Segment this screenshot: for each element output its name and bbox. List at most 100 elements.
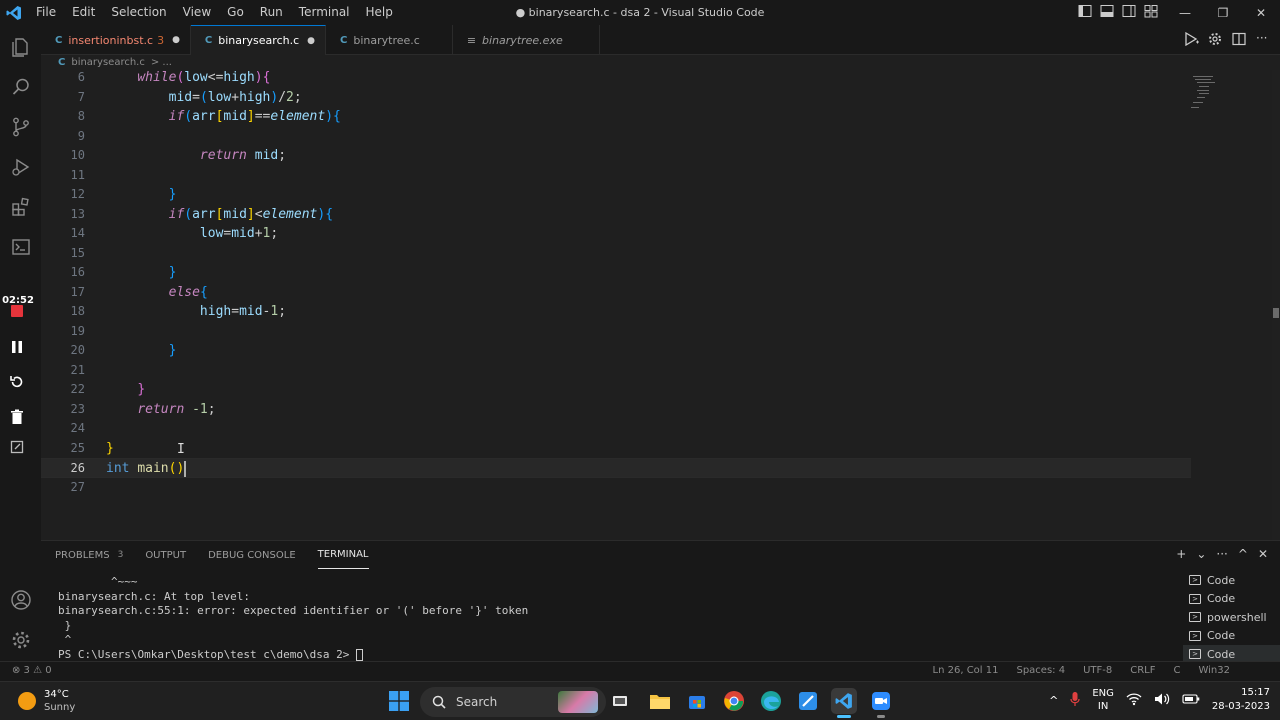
code-line[interactable]: 18 high=mid-1; xyxy=(41,302,1191,322)
code-line[interactable]: 19 xyxy=(41,322,1191,342)
toggle-panel-icon[interactable] xyxy=(1100,4,1116,20)
problems-status[interactable]: ⊗ 3 ⚠ 0 xyxy=(12,665,52,676)
indentation-status[interactable]: Spaces: 4 xyxy=(1016,665,1065,676)
terminal-item[interactable]: > Code xyxy=(1183,571,1280,590)
weather-widget[interactable]: 34°C Sunny xyxy=(18,688,75,714)
task-view-icon[interactable] xyxy=(607,688,633,714)
code-editor[interactable]: 6 while(low<=high){ 7 mid=(low+high)/2; … xyxy=(41,70,1280,540)
chrome-icon[interactable] xyxy=(721,688,747,714)
extensions-icon[interactable] xyxy=(0,187,41,227)
draw-tool-icon[interactable] xyxy=(0,427,34,467)
tab-problems[interactable]: PROBLEMS 3 xyxy=(55,541,123,569)
code-line[interactable]: 24 xyxy=(41,419,1191,439)
eol-status[interactable]: CRLF xyxy=(1130,665,1155,676)
maximize-icon[interactable]: ❐ xyxy=(1204,0,1242,25)
new-terminal-icon[interactable]: + xyxy=(1176,547,1186,561)
code-line[interactable]: 15 xyxy=(41,244,1191,264)
taskbar-clock[interactable]: 15:17 28-03-2023 xyxy=(1212,686,1270,714)
vscode-taskbar-icon[interactable] xyxy=(831,688,857,718)
code-line[interactable]: 12 } xyxy=(41,185,1191,205)
volume-icon[interactable] xyxy=(1154,692,1170,709)
wifi-icon[interactable] xyxy=(1126,692,1142,709)
tab-terminal[interactable]: TERMINAL xyxy=(317,541,369,569)
code-line[interactable]: 25 } xyxy=(41,439,1191,459)
tab-output[interactable]: OUTPUT xyxy=(145,541,186,569)
code-line[interactable]: 16 } xyxy=(41,263,1191,283)
breadcrumb-separator[interactable]: > ... xyxy=(151,57,172,68)
modified-dot-icon[interactable]: ● xyxy=(307,36,315,46)
taskbar-search[interactable]: Search xyxy=(420,687,606,717)
split-editor-icon[interactable] xyxy=(1232,32,1246,46)
tab-insertioninbst[interactable]: C insertioninbst.c 3 ● xyxy=(41,25,191,55)
language-status[interactable]: C xyxy=(1174,665,1181,676)
tab-binarytree-exe[interactable]: ≡ binarytree.exe xyxy=(453,25,600,55)
accounts-icon[interactable] xyxy=(0,580,41,620)
tab-binarysearch[interactable]: C binarysearch.c ● xyxy=(190,25,326,55)
whiteboard-icon[interactable] xyxy=(795,688,821,714)
terminal-item[interactable]: > Code xyxy=(1183,627,1280,646)
terminal-view-icon[interactable] xyxy=(0,227,41,267)
menu-terminal[interactable]: Terminal xyxy=(291,0,358,25)
code-line[interactable]: 20 } xyxy=(41,341,1191,361)
tab-binarytree[interactable]: C binarytree.c xyxy=(326,25,453,55)
code-line[interactable]: 6 while(low<=high){ xyxy=(41,70,1191,88)
code-line[interactable]: 22 } xyxy=(41,380,1191,400)
explorer-icon[interactable] xyxy=(0,27,41,67)
code-line[interactable]: 8 if(arr[mid]==element){ xyxy=(41,107,1191,127)
menu-edit[interactable]: Edit xyxy=(64,0,103,25)
minimize-icon[interactable]: — xyxy=(1166,0,1204,25)
menu-help[interactable]: Help xyxy=(358,0,401,25)
file-explorer-icon[interactable] xyxy=(647,688,673,714)
code-line[interactable]: 23 return -1; xyxy=(41,400,1191,420)
more-actions-icon[interactable]: ··· xyxy=(1216,547,1227,561)
cursor-position-status[interactable]: Ln 26, Col 11 xyxy=(933,665,999,676)
encoding-status[interactable]: UTF-8 xyxy=(1083,665,1112,676)
start-button-icon[interactable] xyxy=(389,691,409,711)
modified-dot-icon[interactable]: ● xyxy=(172,35,180,45)
code-line[interactable]: 21 xyxy=(41,361,1191,381)
source-control-icon[interactable] xyxy=(0,107,41,147)
menu-run[interactable]: Run xyxy=(252,0,291,25)
toggle-sidebar-icon[interactable] xyxy=(1078,4,1094,20)
run-debug-icon[interactable] xyxy=(0,147,41,187)
close-panel-icon[interactable]: ✕ xyxy=(1258,547,1268,561)
settings-gear-icon[interactable] xyxy=(0,620,41,660)
menu-file[interactable]: File xyxy=(28,0,64,25)
search-icon[interactable] xyxy=(0,67,41,107)
pause-icon[interactable] xyxy=(0,327,34,367)
terminal-output[interactable]: ^~~~ binarysearch.c: At top level: binarys… xyxy=(58,575,528,662)
terminal-item[interactable]: > Code xyxy=(1183,590,1280,609)
breadcrumb-file[interactable]: binarysearch.c xyxy=(71,57,145,68)
code-line[interactable]: 11 xyxy=(41,166,1191,186)
code-line-current[interactable]: 26 int main() xyxy=(41,458,1191,478)
code-line[interactable]: 14 low=mid+1; xyxy=(41,224,1191,244)
editor-scrollbar[interactable] xyxy=(1272,70,1280,540)
code-line[interactable]: 10 return mid; xyxy=(41,146,1191,166)
terminal-dropdown-icon[interactable]: ⌄ xyxy=(1196,547,1206,561)
zoom-icon[interactable] xyxy=(868,688,894,718)
more-actions-icon[interactable]: ··· xyxy=(1256,32,1270,46)
store-icon[interactable] xyxy=(684,688,710,714)
edge-icon[interactable] xyxy=(758,688,784,714)
menu-view[interactable]: View xyxy=(175,0,219,25)
minimap[interactable] xyxy=(1191,74,1231,114)
platform-status[interactable]: Win32 xyxy=(1198,665,1230,676)
menu-go[interactable]: Go xyxy=(219,0,252,25)
battery-icon[interactable] xyxy=(1182,693,1200,708)
settings-icon[interactable] xyxy=(1208,32,1222,46)
restart-icon[interactable] xyxy=(0,362,34,402)
input-language[interactable]: ENG IN xyxy=(1092,687,1114,713)
toggle-secondary-sidebar-icon[interactable] xyxy=(1122,4,1138,20)
microphone-icon[interactable] xyxy=(1070,691,1080,710)
terminal-prompt[interactable]: PS C:\Users\Omkar\Desktop\test c\demo\ds… xyxy=(58,648,528,663)
code-line[interactable]: 9 xyxy=(41,127,1191,147)
code-line[interactable]: 17 else{ xyxy=(41,283,1191,303)
tray-overflow-icon[interactable]: ^ xyxy=(1049,694,1058,707)
menu-selection[interactable]: Selection xyxy=(103,0,174,25)
code-line[interactable]: 27 xyxy=(41,478,1191,498)
terminal-item[interactable]: > powershell xyxy=(1183,608,1280,627)
run-file-icon[interactable] xyxy=(1184,31,1199,47)
maximize-panel-icon[interactable]: ^ xyxy=(1238,547,1248,561)
record-stop-icon[interactable] xyxy=(0,291,34,331)
code-line[interactable]: 13 if(arr[mid]<element){ xyxy=(41,205,1191,225)
